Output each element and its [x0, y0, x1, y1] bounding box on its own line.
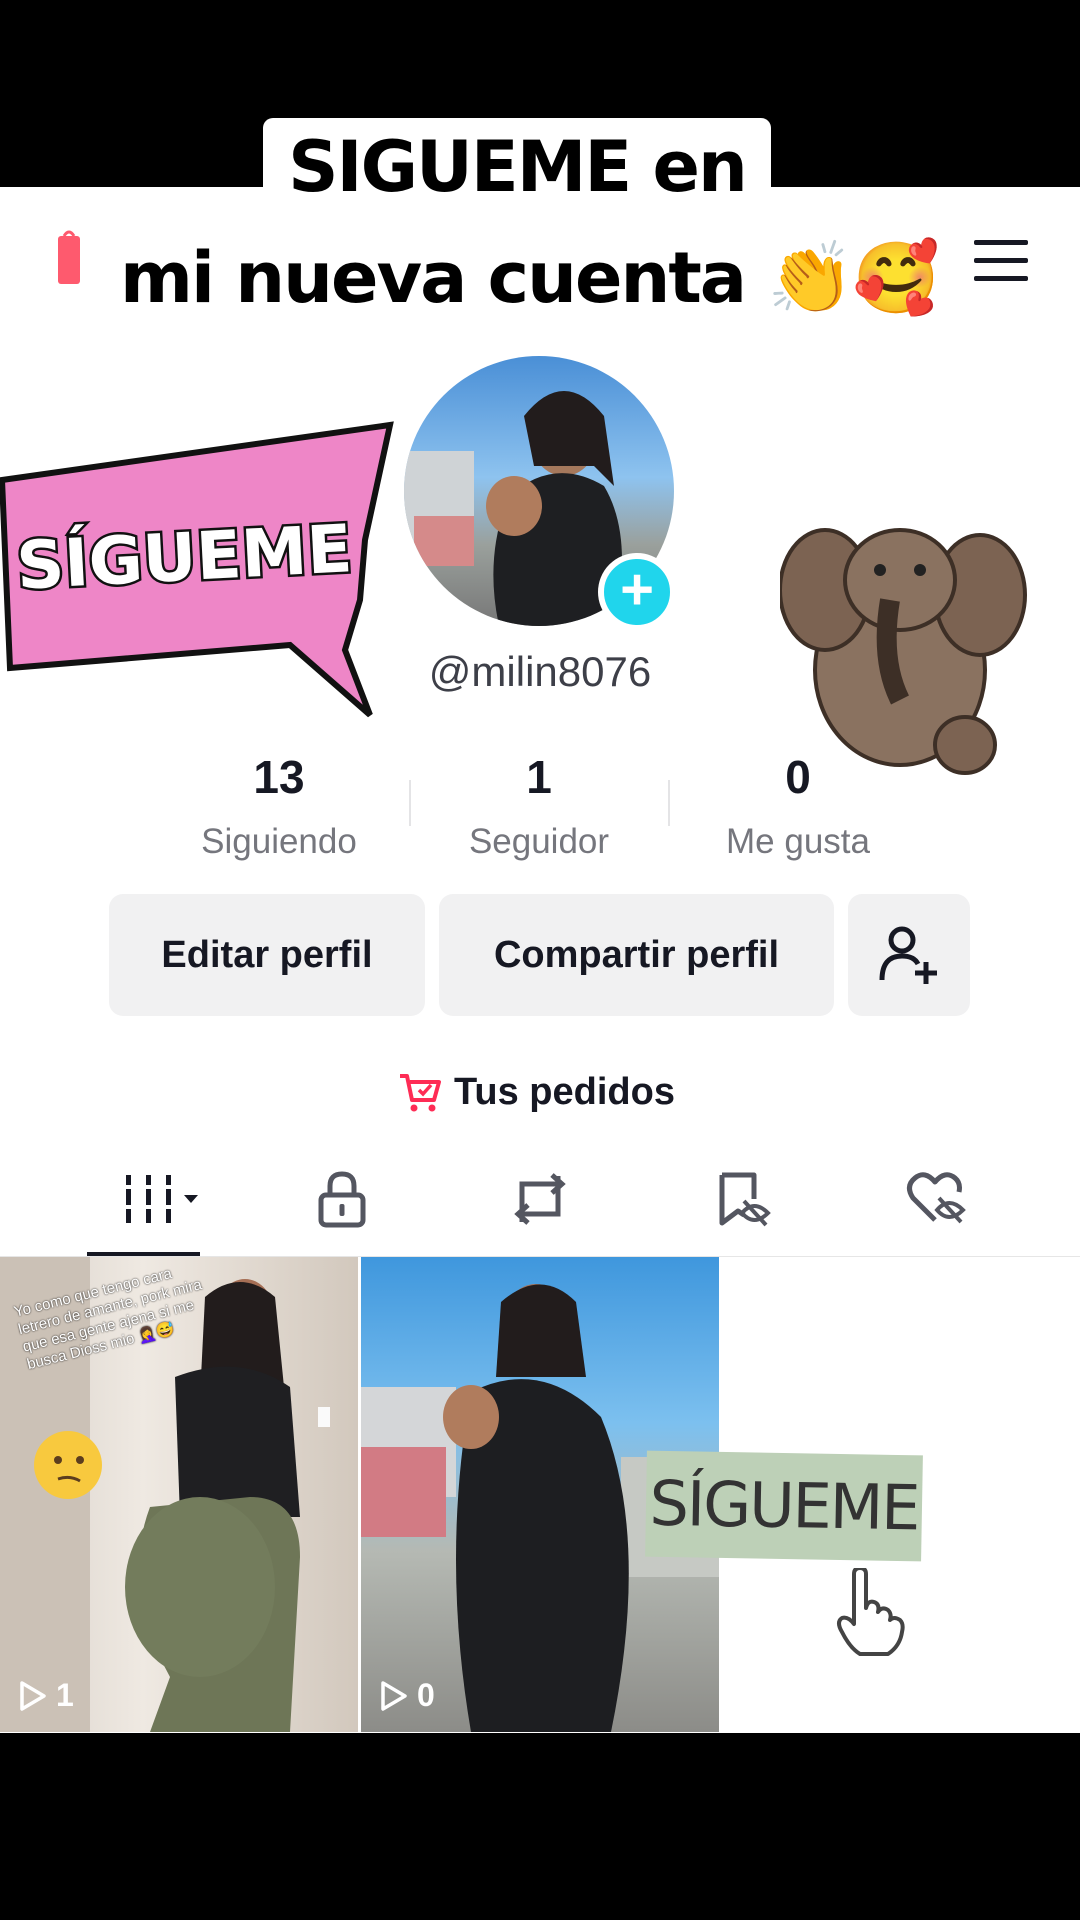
add-user-icon: [879, 926, 937, 984]
stat-likes[interactable]: 0 Me gusta: [668, 748, 928, 870]
sigueme-card-text: SÍGUEME: [648, 1466, 920, 1545]
orders-link[interactable]: Tus pedidos: [398, 1062, 675, 1122]
username: @milin8076: [428, 648, 652, 695]
play-icon: [20, 1680, 46, 1711]
play-icon: [381, 1680, 407, 1711]
add-story-button[interactable]: +: [598, 553, 676, 631]
followers-label: Seguidor: [468, 822, 610, 861]
tab-private[interactable]: [282, 1162, 402, 1236]
tab-reposts[interactable]: [480, 1162, 600, 1236]
saved-hidden-icon: [719, 1172, 771, 1227]
pointing-hand-icon: [837, 1568, 905, 1656]
caption-line-1: SIGUEME en: [263, 118, 771, 216]
cart-icon: [400, 1074, 441, 1112]
play-count: 1: [18, 1677, 74, 1714]
stat-following[interactable]: 13 Siguiendo: [149, 748, 409, 870]
repost-icon: [514, 1173, 566, 1225]
add-friends-button[interactable]: [848, 894, 970, 1016]
sigueme-card: SÍGUEME: [645, 1450, 923, 1562]
shop-icon[interactable]: [56, 228, 82, 288]
likes-label: Me gusta: [726, 822, 870, 861]
orders-label: Tus pedidos: [454, 1070, 675, 1113]
lock-icon: [318, 1171, 366, 1228]
video-thumbnail[interactable]: Yo como que tengo cara letrero de amante…: [0, 1257, 358, 1732]
likes-count: 0: [785, 751, 811, 803]
edit-profile-button[interactable]: Editar perfil: [109, 894, 425, 1016]
stat-followers[interactable]: 1 Seguidor: [409, 748, 669, 870]
caption-line-2: mi nueva cuenta 👏🥰: [120, 237, 940, 319]
tab-saved[interactable]: [682, 1162, 802, 1236]
following-count: 13: [253, 751, 305, 803]
play-count: 0: [379, 1677, 435, 1714]
tab-liked[interactable]: [876, 1162, 996, 1236]
play-count-value: 1: [56, 1677, 74, 1713]
videos-grid-icon: [122, 1175, 198, 1223]
tab-videos[interactable]: [94, 1162, 214, 1236]
liked-hidden-icon: [907, 1172, 966, 1224]
play-count-value: 0: [417, 1677, 435, 1713]
menu-icon[interactable]: [974, 240, 1028, 282]
following-label: Siguiendo: [201, 822, 357, 861]
share-profile-button[interactable]: Compartir perfil: [439, 894, 834, 1016]
followers-count: 1: [526, 751, 552, 803]
elephant-sticker: [780, 528, 1027, 775]
